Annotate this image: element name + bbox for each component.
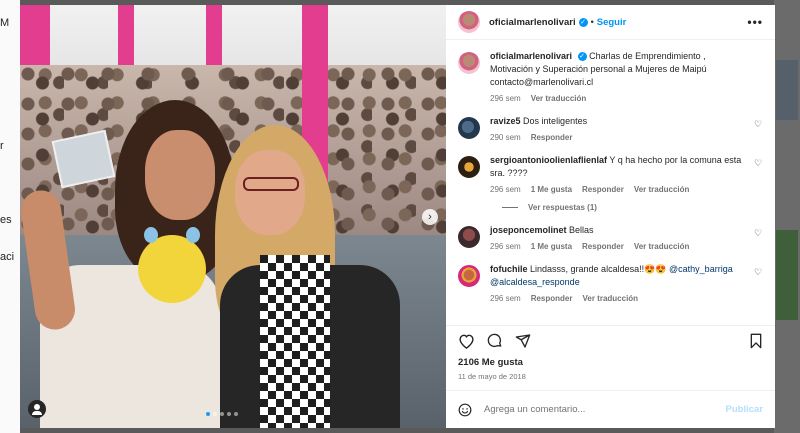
comment-item: joseponcemolinet Bellas 296 sem 1 Me gus… <box>458 224 763 251</box>
comment-text: Dos inteligentes <box>523 116 588 126</box>
comment-likes[interactable]: 1 Me gusta <box>531 242 572 251</box>
comment-item: fofuchile Lindasss, grande alcaldesa!!😍😍… <box>458 263 763 303</box>
caption-username[interactable]: oficialmarlenolivari <box>490 51 572 61</box>
photo-person-right <box>215 125 435 428</box>
comment-text: Lindasss, grande alcaldesa!!😍😍 <box>530 264 667 274</box>
action-bar <box>446 325 775 355</box>
emoji-icon[interactable] <box>458 403 472 417</box>
carousel-dot <box>206 412 210 416</box>
post-photo[interactable]: › <box>20 5 446 428</box>
heart-icon[interactable]: ♡ <box>754 159 763 168</box>
background-text: es <box>0 214 12 226</box>
comment-age: 290 sem <box>490 133 521 142</box>
background-text: aci <box>0 251 15 263</box>
verified-icon: ✓ <box>578 17 588 27</box>
replies-line <box>502 207 518 208</box>
commenter-avatar[interactable] <box>458 117 480 139</box>
comment-text: Bellas <box>569 225 594 235</box>
separator-dot: • <box>590 17 594 27</box>
heart-icon[interactable]: ♡ <box>754 120 763 129</box>
comment-username[interactable]: ravize5 <box>490 116 521 126</box>
comment-age: 296 sem <box>490 242 521 251</box>
post-side-panel: oficialmarlenolivari ✓ • Seguir ••• ofic… <box>446 5 775 428</box>
carousel-dot <box>227 412 231 416</box>
comment-likes[interactable]: 1 Me gusta <box>531 185 572 194</box>
translate-button[interactable]: Ver traducción <box>634 185 690 194</box>
author-username[interactable]: oficialmarlenolivari <box>489 17 576 28</box>
comment-item: ravize5 Dos inteligentes 290 sem Respond… <box>458 115 763 142</box>
mention-link[interactable]: @alcaldesa_responde <box>490 277 580 287</box>
share-icon[interactable] <box>515 333 531 349</box>
comment-input[interactable] <box>484 404 726 415</box>
comment-age: 296 sem <box>490 185 521 194</box>
comment-item: sergioantonioolienlaflienlaf Y q ha hech… <box>458 154 763 194</box>
caption: oficialmarlenolivari ✓ Charlas de Empren… <box>458 50 763 103</box>
publish-button[interactable]: Publicar <box>726 404 764 415</box>
view-replies-label: Ver respuestas (1) <box>528 203 597 212</box>
author-avatar[interactable] <box>458 11 480 33</box>
comment-username[interactable]: sergioantonioolienlaflienlaf <box>490 155 607 165</box>
comment-username[interactable]: fofuchile <box>490 264 528 274</box>
background-text: r <box>0 140 4 152</box>
comments-list[interactable]: oficialmarlenolivari ✓ Charlas de Empren… <box>446 40 775 325</box>
background-page: M r es aci <box>0 0 20 433</box>
reply-button[interactable]: Responder <box>531 133 573 142</box>
heart-icon[interactable]: ♡ <box>754 268 763 277</box>
background-thumbnail <box>776 60 798 120</box>
commenter-avatar[interactable] <box>458 156 480 178</box>
reply-button[interactable]: Responder <box>582 185 624 194</box>
caption-age: 296 sem <box>490 94 521 103</box>
post-modal: › oficialmarlenolivari ✓ • Seguir ••• of… <box>20 5 775 428</box>
author-avatar[interactable] <box>458 52 480 74</box>
carousel-dots <box>206 412 238 416</box>
reply-button[interactable]: Responder <box>582 242 624 251</box>
carousel-dot <box>234 412 238 416</box>
heart-icon[interactable] <box>458 333 475 349</box>
heart-icon[interactable]: ♡ <box>754 229 763 238</box>
chevron-right-icon[interactable]: › <box>422 209 438 225</box>
post-header: oficialmarlenolivari ✓ • Seguir ••• <box>446 5 775 40</box>
comment-age: 296 sem <box>490 294 521 303</box>
post-date: 11 de mayo de 2018 <box>458 372 526 381</box>
commenter-avatar[interactable] <box>458 265 480 287</box>
follow-button[interactable]: Seguir <box>597 17 627 28</box>
add-comment-bar: Publicar <box>446 390 775 428</box>
translate-button[interactable]: Ver traducción <box>634 242 690 251</box>
verified-icon: ✓ <box>577 52 587 62</box>
carousel-dot <box>220 412 224 416</box>
background-text: M <box>0 17 10 29</box>
reply-button[interactable]: Responder <box>531 294 573 303</box>
comment-username[interactable]: joseponcemolinet <box>490 225 567 235</box>
mention-link[interactable]: @cathy_barriga <box>669 264 733 274</box>
translate-button[interactable]: Ver traducción <box>531 94 587 103</box>
commenter-avatar[interactable] <box>458 226 480 248</box>
background-thumbnail <box>776 230 798 320</box>
more-options-icon[interactable]: ••• <box>747 15 763 29</box>
view-replies-button[interactable]: Ver respuestas (1) <box>502 203 763 212</box>
bookmark-icon[interactable] <box>749 333 763 349</box>
likes-count[interactable]: 2106 Me gusta <box>446 357 775 368</box>
carousel-dot <box>213 412 217 416</box>
tagged-user-icon[interactable] <box>28 400 46 418</box>
comment-icon[interactable] <box>487 333 503 349</box>
photo-plush-toy <box>138 227 206 303</box>
background-grid <box>774 0 800 433</box>
translate-button[interactable]: Ver traducción <box>582 294 638 303</box>
